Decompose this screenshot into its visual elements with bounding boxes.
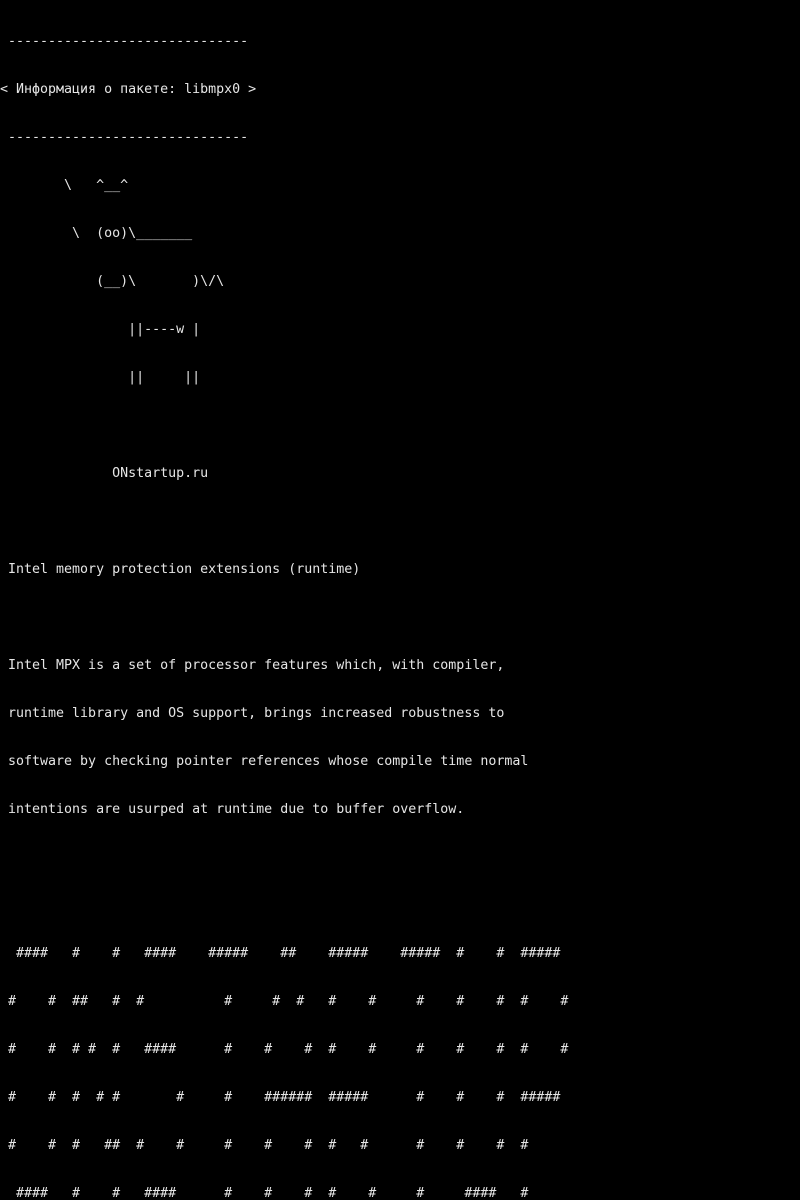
- package-description-line-2: runtime library and OS support, brings i…: [0, 706, 505, 721]
- cowsay-art-line-3: (__)\ )\/\: [0, 274, 225, 289]
- banner-border-top: ------------------------------: [0, 34, 249, 49]
- terminal-screen[interactable]: ------------------------------ < Информа…: [0, 0, 800, 1200]
- site-credit: ONstartup.ru: [0, 466, 209, 481]
- cowsay-art-line-4: ||----w |: [0, 322, 201, 337]
- package-description-line-3: software by checking pointer references …: [0, 754, 529, 769]
- cowsay-art-line-5: || ||: [0, 370, 201, 385]
- figlet-art-line-1: #### # # #### ##### ## ##### ##### # # #…: [0, 946, 561, 961]
- cowsay-art-line-1: \ ^__^: [0, 178, 129, 193]
- banner-border-bottom: ------------------------------: [0, 130, 249, 145]
- package-summary: Intel memory protection extensions (runt…: [0, 562, 361, 577]
- figlet-art-line-5: # # # ## # # # # # # # # # # #: [0, 1138, 529, 1153]
- cowsay-art-line-2: \ (oo)\_______: [0, 226, 193, 241]
- figlet-art-line-6: #### # # #### # # # # # # #### #: [0, 1186, 529, 1200]
- figlet-art-line-2: # # ## # # # # # # # # # # # #: [0, 994, 569, 1009]
- figlet-art-line-3: # # # # # #### # # # # # # # # # #: [0, 1042, 569, 1057]
- package-info-title: < Информация о пакете: libmpx0 >: [0, 82, 257, 97]
- figlet-art-line-4: # # # # # # # ###### ##### # # # #####: [0, 1090, 561, 1105]
- package-description-line-1: Intel MPX is a set of processor features…: [0, 658, 505, 673]
- package-description-line-4: intentions are usurped at runtime due to…: [0, 802, 465, 817]
